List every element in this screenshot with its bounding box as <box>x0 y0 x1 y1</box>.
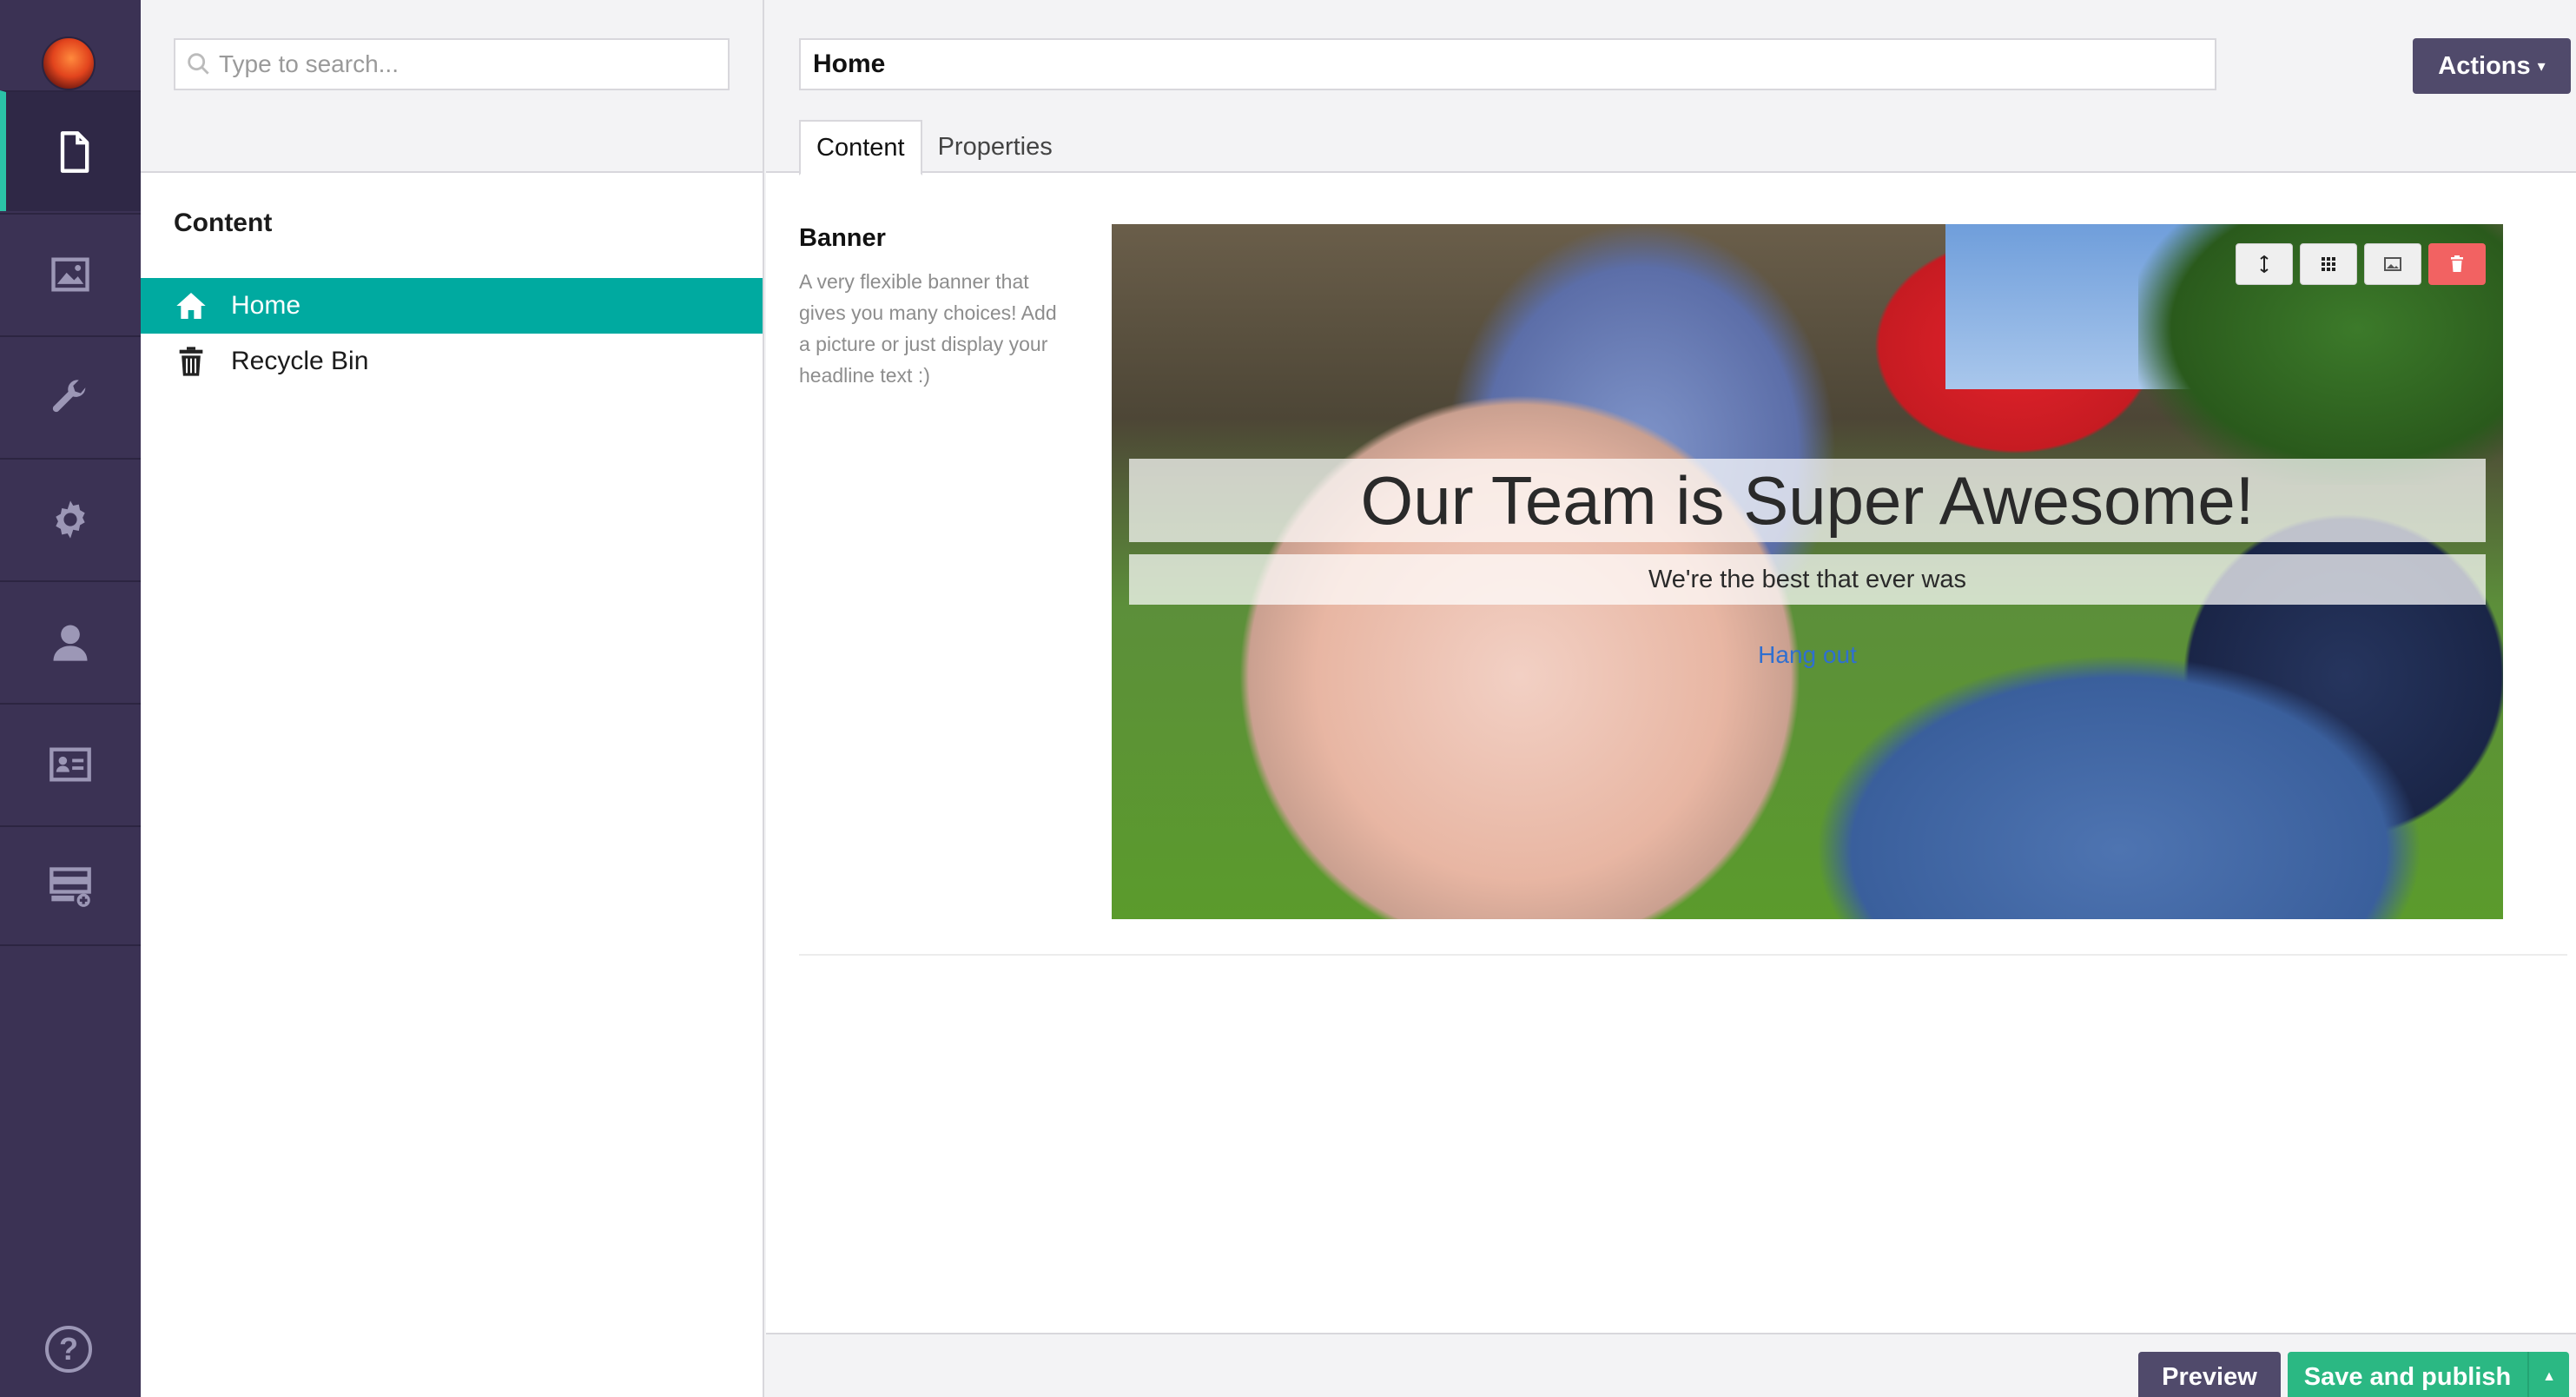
tree-item-home[interactable]: Home <box>141 278 763 334</box>
search-icon <box>188 53 209 75</box>
image-icon <box>2384 257 2401 271</box>
tree-item-label: Home <box>231 291 301 320</box>
change-image-button[interactable] <box>2364 243 2421 285</box>
banner-headline: Our Team is Super Awesome! <box>1129 459 2486 542</box>
delete-button[interactable] <box>2428 243 2486 285</box>
tree-header <box>141 0 763 173</box>
section-settings[interactable] <box>0 458 141 579</box>
property-description: A very flexible banner that gives you ma… <box>799 270 1057 387</box>
banner-subheadline: We're the best that ever was <box>1129 554 2486 605</box>
content-divider <box>799 954 2567 956</box>
node-name-input[interactable] <box>799 38 2216 90</box>
banner-link[interactable]: Hang out <box>1112 641 2503 669</box>
content-editor: Actions ▾ Content Properties Banner A ve… <box>766 0 2576 1397</box>
editor-footer: Preview Save and publish ▲ <box>766 1333 2576 1397</box>
caret-down-icon: ▾ <box>2537 56 2546 75</box>
trash-icon <box>179 347 203 376</box>
actions-label: Actions <box>2438 51 2531 80</box>
form-icon <box>50 866 91 907</box>
publish-options-caret-icon[interactable]: ▲ <box>2527 1352 2569 1397</box>
banner-toolbar <box>2236 243 2486 285</box>
gear-icon <box>56 500 85 539</box>
section-media[interactable] <box>0 213 141 334</box>
grid-icon <box>2322 257 2335 271</box>
tree-item-label: Recycle Bin <box>231 347 369 375</box>
editor-header: Actions ▾ Content Properties <box>766 0 2576 175</box>
document-icon <box>60 130 89 173</box>
content-tree-panel: Content Home Recycle Bin <box>141 0 764 1397</box>
actions-button[interactable]: Actions ▾ <box>2413 38 2571 94</box>
search-input[interactable] <box>219 50 705 78</box>
tab-content[interactable]: Content <box>799 120 922 175</box>
section-members[interactable] <box>0 703 141 824</box>
section-users[interactable] <box>0 580 141 701</box>
tree-item-recycle-bin[interactable]: Recycle Bin <box>141 334 763 389</box>
image-icon <box>51 257 89 291</box>
tree-title: Content <box>174 209 273 237</box>
tab-properties[interactable]: Properties <box>922 120 1068 174</box>
help-label: ? <box>59 1331 78 1367</box>
property-label: Banner <box>799 224 886 252</box>
vertical-resize-icon <box>2260 255 2269 274</box>
section-content[interactable] <box>0 90 141 211</box>
editor-tabs: Content Properties <box>799 120 1068 175</box>
settings-button[interactable] <box>2300 243 2357 285</box>
save-and-publish-button[interactable]: Save and publish <box>2288 1352 2527 1397</box>
wrench-icon <box>52 379 86 412</box>
section-forms[interactable] <box>0 825 141 946</box>
section-developer[interactable] <box>0 335 141 456</box>
home-icon <box>176 293 206 319</box>
search-box[interactable] <box>174 38 730 90</box>
id-card-icon <box>50 747 91 781</box>
move-button[interactable] <box>2236 243 2293 285</box>
publish-button-group: Save and publish ▲ <box>2288 1352 2569 1397</box>
user-icon <box>53 625 88 661</box>
help-icon[interactable]: ? <box>45 1326 92 1373</box>
user-avatar[interactable] <box>42 36 96 90</box>
trash-icon <box>2451 255 2463 272</box>
preview-button[interactable]: Preview <box>2138 1352 2281 1397</box>
section-sidebar: ? <box>0 0 141 1397</box>
banner-preview[interactable]: Our Team is Super Awesome! We're the bes… <box>1112 224 2503 919</box>
